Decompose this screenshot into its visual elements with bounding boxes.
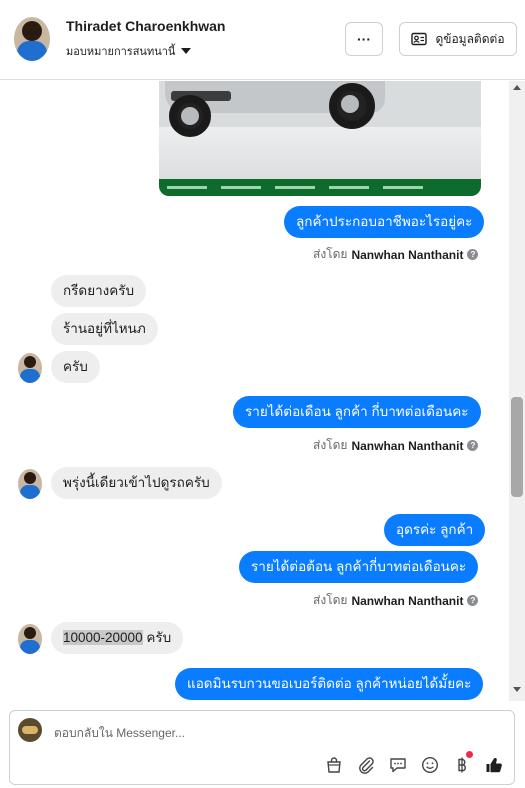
conversation-header: Thiradet Charoenkhwan มอบหมายการสนทนานี้… <box>0 0 525 80</box>
help-icon[interactable]: ? <box>467 595 479 606</box>
message-outgoing[interactable]: อุดรค่ะ ลูกค้า <box>384 514 486 546</box>
more-options-button[interactable]: ··· <box>345 22 383 56</box>
shopping-bag-icon[interactable] <box>324 755 344 775</box>
message-outgoing[interactable]: รายได้ต่อต้อน ลูกค้ากี่บาทต่อเดือนคะ <box>239 551 479 583</box>
car-photo-attachment[interactable] <box>159 81 481 196</box>
help-icon[interactable]: ? <box>467 440 479 451</box>
contact-avatar-small <box>18 624 42 654</box>
contact-avatar-small <box>18 469 42 499</box>
reply-composer <box>9 710 515 785</box>
view-contact-button[interactable]: ดูข้อมูลติดต่อ <box>399 22 517 56</box>
chat-bubble-icon[interactable] <box>388 755 408 775</box>
message-thread[interactable]: ลูกค้าประกอบอาชีพอะไรอยู่คะ ส่งโดย Nanwh… <box>0 81 525 701</box>
sent-by-label: ส่งโดย Nanwhan Nanthanit ? <box>313 436 479 455</box>
message-incoming[interactable]: กรีดยางครับ <box>51 275 147 307</box>
paperclip-icon[interactable] <box>356 755 376 775</box>
assign-conversation-dropdown[interactable]: มอบหมายการสนทนานี้ <box>66 42 192 60</box>
message-outgoing[interactable]: ลูกค้าประกอบอาชีพอะไรอยู่คะ <box>284 206 485 238</box>
message-incoming[interactable]: 10000-20000 ครับ <box>51 622 184 654</box>
message-outgoing[interactable]: รายได้ต่อเดือน ลูกค้า กี่บาทต่อเดือนคะ <box>233 396 481 428</box>
sent-by-label: ส่งโดย Nanwhan Nanthanit ? <box>313 591 479 610</box>
scroll-down-arrow-icon[interactable] <box>513 687 521 692</box>
contact-card-icon <box>411 32 428 46</box>
smiley-icon[interactable] <box>420 755 440 775</box>
page-avatar <box>18 718 42 742</box>
scroll-up-arrow-icon[interactable] <box>513 85 521 90</box>
notification-dot <box>466 751 473 758</box>
caret-down-icon <box>181 48 192 54</box>
message-incoming[interactable]: พรุ่งนี้เดียวเข้าไปดูรถครับ <box>51 467 222 499</box>
thread-scrollbar[interactable] <box>509 81 525 701</box>
contact-avatar[interactable] <box>14 17 50 61</box>
assign-label: มอบหมายการสนทนานี้ <box>66 46 176 58</box>
help-icon[interactable]: ? <box>467 249 479 260</box>
message-incoming[interactable]: ครับ <box>51 351 100 383</box>
contact-avatar-small <box>18 353 42 383</box>
sent-by-label: ส่งโดย Nanwhan Nanthanit ? <box>313 245 479 264</box>
view-contact-label: ดูข้อมูลติดต่อ <box>435 31 505 46</box>
thumbs-up-icon[interactable] <box>484 755 504 775</box>
scrollbar-thumb[interactable] <box>511 397 523 497</box>
contact-name[interactable]: Thiradet Charoenkhwan <box>66 18 225 34</box>
more-dots-icon: ··· <box>357 31 371 47</box>
message-incoming[interactable]: ร้านอยู่ที่ไหนภ <box>51 313 158 345</box>
message-outgoing[interactable]: แอดมินรบกวนขอเบอร์ติดต่อ ลูกค้าหน่อยได้ม… <box>175 668 484 700</box>
baht-icon[interactable] <box>452 751 473 775</box>
reply-input[interactable] <box>54 723 454 743</box>
highlighted-text: 10000-20000 <box>63 630 143 645</box>
